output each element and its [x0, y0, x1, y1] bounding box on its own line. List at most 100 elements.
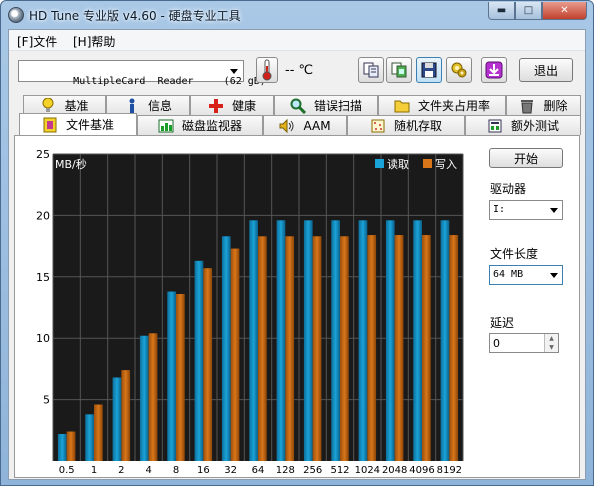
read-bar [249, 220, 258, 461]
options-icon [451, 62, 467, 78]
write-bar [203, 268, 213, 461]
write-bar [449, 235, 459, 461]
app-window: HD Tune 专业版 v4.60 - 硬盘专业工具 ▬ □ ✕ [F]文件 [… [0, 0, 594, 486]
tab-health[interactable]: 健康 [190, 95, 274, 115]
benchmark-icon [40, 97, 56, 114]
menu-bar: [F]文件 [H]帮助 [9, 30, 585, 51]
read-bar [440, 220, 450, 461]
delay-label: 延迟 [490, 316, 515, 330]
read-bar [276, 220, 286, 461]
file-benchmark-icon [42, 117, 58, 133]
error-scan-icon [290, 98, 306, 114]
copy-screenshot-icon [391, 62, 407, 78]
read-bar [167, 291, 176, 461]
x-tick-label: 2048 [382, 465, 407, 475]
temperature-button[interactable] [256, 57, 278, 83]
stepper-up-button[interactable]: ▲ [545, 334, 558, 343]
menu-file[interactable]: [F]文件 [17, 33, 57, 50]
tab-error-scan[interactable]: 错误扫描 [274, 95, 378, 115]
download-button[interactable] [481, 57, 507, 83]
save-button[interactable] [416, 57, 442, 83]
menu-help[interactable]: [H]帮助 [73, 33, 115, 50]
x-tick-label: 16 [197, 465, 210, 475]
file-size-value: 64 MB [493, 269, 524, 280]
tab-file-benchmark[interactable]: 文件基准 [19, 113, 137, 135]
tab-disk-monitor[interactable]: 磁盘监视器 [137, 115, 263, 135]
window-title: HD Tune 专业版 v4.60 - 硬盘专业工具 [29, 9, 241, 23]
file-size-label: 文件长度 [490, 247, 539, 261]
tab-info[interactable]: 信息 [106, 95, 190, 115]
x-tick-label: 32 [224, 465, 237, 475]
thermometer-icon [262, 59, 272, 81]
tab-label: 文件基准 [65, 118, 114, 132]
tab-label: 信息 [147, 99, 172, 113]
tab-benchmark[interactable]: 基准 [23, 95, 106, 115]
y-tick-label: 5 [43, 394, 50, 407]
write-bar [66, 431, 76, 461]
maximize-button[interactable]: □ [515, 2, 542, 20]
extra-tests-icon [487, 118, 503, 134]
drive-letter-value: I: [493, 204, 506, 215]
legend-read-swatch [375, 159, 384, 168]
tab-extra-tests[interactable]: 额外测试 [465, 115, 581, 135]
read-bar [57, 433, 67, 461]
chevron-down-icon [550, 273, 558, 278]
write-bar [422, 235, 431, 461]
file-size-dropdown[interactable]: 64 MB [489, 265, 563, 285]
read-bar [413, 220, 422, 461]
write-bar [121, 370, 131, 461]
options-button[interactable] [446, 57, 472, 83]
drive-letter-dropdown[interactable]: I: [489, 200, 563, 220]
tab-label: 基准 [64, 99, 89, 113]
copy-screenshot-button[interactable] [386, 57, 412, 83]
x-tick-label: 4 [145, 465, 151, 475]
y-axis-unit-label: MB/秒 [55, 157, 87, 171]
write-bar [148, 333, 158, 461]
delay-value: 0 [493, 337, 500, 350]
disk-monitor-icon [158, 118, 174, 134]
x-tick-label: 2 [118, 465, 124, 475]
x-tick-label: 1 [91, 465, 97, 475]
write-bar [176, 293, 185, 461]
write-bar [312, 236, 322, 461]
tab-erase[interactable]: 删除 [506, 95, 581, 115]
chevron-down-icon [230, 69, 238, 74]
write-bar [367, 235, 377, 461]
tab-aam[interactable]: AAM [263, 115, 347, 135]
drive-dropdown[interactable]: MultipleCard Reader (62 gB) [18, 60, 266, 87]
tab-random-access[interactable]: 随机存取 [347, 115, 465, 135]
tab-folder-usage[interactable]: 文件夹占用率 [378, 95, 506, 115]
minimize-button[interactable]: ▬ [488, 2, 515, 20]
write-bar [258, 236, 267, 461]
title-bar[interactable]: HD Tune 专业版 v4.60 - 硬盘专业工具 ▬ □ ✕ [1, 1, 593, 29]
write-bar [394, 235, 404, 461]
close-button[interactable]: ✕ [542, 2, 587, 20]
x-tick-label: 4096 [409, 465, 434, 475]
folder-usage-icon [394, 98, 410, 114]
copy-text-button[interactable] [358, 57, 384, 83]
legend-write-swatch [423, 159, 432, 168]
app-disk-icon [8, 7, 24, 23]
tab-label: 删除 [543, 99, 568, 113]
delay-stepper[interactable]: 0 ▲ ▼ [489, 333, 559, 353]
read-bar [331, 220, 340, 461]
drive-dropdown-value: MultipleCard Reader (62 gB) [73, 76, 266, 87]
x-tick-label: 0.5 [59, 465, 75, 475]
stepper-buttons: ▲ ▼ [544, 334, 558, 352]
tab-label: 额外测试 [510, 119, 559, 133]
exit-button[interactable]: 退出 [519, 58, 573, 82]
legend-read-label: 读取 [387, 157, 409, 171]
write-bar [285, 236, 295, 461]
read-bar [85, 414, 94, 461]
health-icon [208, 98, 224, 114]
caption-buttons: ▬ □ ✕ [488, 2, 587, 20]
download-icon [485, 61, 503, 79]
read-bar [385, 220, 395, 461]
read-bar [139, 335, 149, 461]
start-button[interactable]: 开始 [489, 148, 563, 168]
temperature-readout: -- ℃ [285, 63, 314, 78]
x-tick-label: 128 [276, 465, 295, 475]
stepper-down-button[interactable]: ▼ [545, 343, 558, 352]
tab-label: 文件夹占用率 [417, 99, 490, 113]
tab-label: AAM [303, 118, 331, 133]
